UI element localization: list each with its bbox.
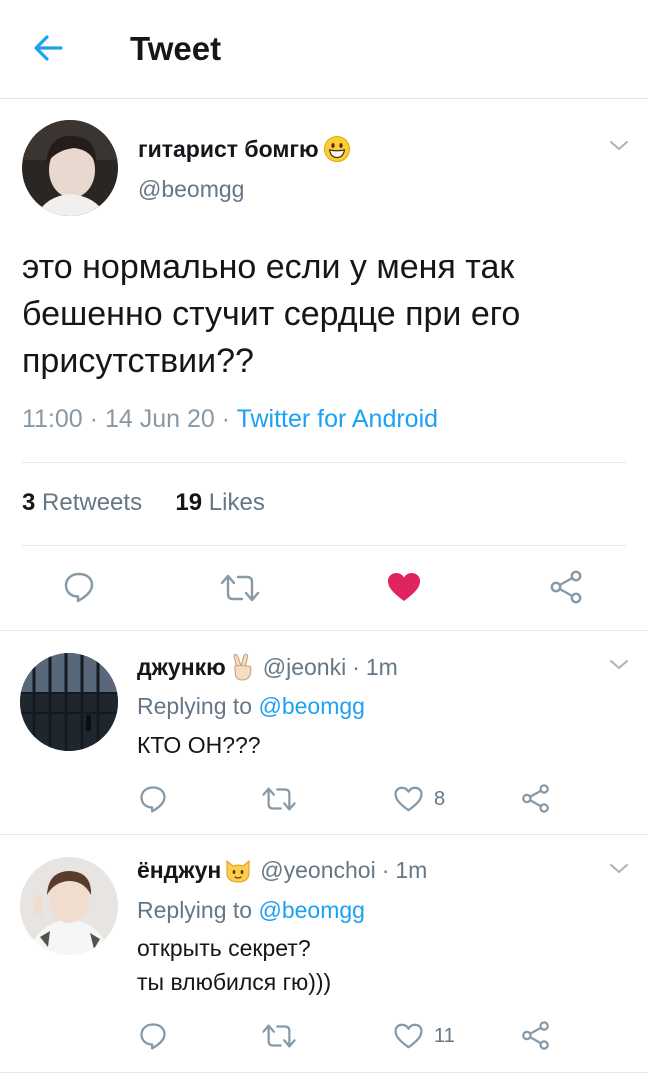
chevron-down-icon[interactable]: [607, 134, 631, 158]
tweet-source-link[interactable]: Twitter for Android: [237, 405, 438, 433]
replying-to: Replying to @beomgg: [137, 693, 365, 720]
chevron-down-icon[interactable]: [607, 857, 631, 881]
share-icon: [522, 1021, 549, 1050]
reply-text-line: КТО ОН???: [137, 732, 261, 758]
retweet-icon: [262, 787, 296, 811]
arrow-left-icon: [34, 35, 63, 61]
share-icon: [522, 784, 549, 813]
reply-time: 1m: [395, 857, 428, 883]
back-button[interactable]: [28, 28, 68, 68]
likes-count: 19: [175, 489, 203, 516]
meta-separator: ·: [89, 405, 105, 433]
retweet-button[interactable]: [218, 572, 262, 604]
reply-author-name: ёнджун: [137, 857, 222, 883]
retweets-label: Retweets: [42, 489, 143, 516]
page-title: Tweet: [130, 30, 222, 67]
heart-icon: [394, 1023, 423, 1049]
likes-stat[interactable]: 19 Likes: [175, 489, 264, 516]
divider: [0, 630, 648, 631]
retweet-button[interactable]: [260, 1022, 298, 1050]
like-button[interactable]: 11: [393, 1022, 455, 1050]
tweet-stats: 3 Retweets 19 Likes: [22, 489, 265, 517]
tweet-text: это нормально если у меня так бешенно ст…: [22, 248, 521, 380]
reply-author[interactable]: ёнджун @yeonchoi · 1m: [137, 857, 427, 884]
reply-time: 1m: [365, 653, 398, 680]
dot-separator: ·: [352, 653, 360, 680]
replying-to-mention[interactable]: @beomgg: [258, 897, 364, 923]
reply-icon: [64, 572, 94, 603]
chevron-down-icon[interactable]: [607, 653, 631, 677]
reply-handle: @jeonki: [262, 653, 347, 680]
reply-text: КТО ОН???: [137, 728, 261, 762]
meta-separator: ·: [221, 405, 237, 433]
likes-label: Likes: [208, 489, 265, 516]
reply-icon: [140, 786, 166, 813]
reply-author[interactable]: джункю @jeonki · 1m: [137, 653, 398, 681]
victory-hand-icon: [233, 653, 252, 681]
reply-text: открыть секрет? ты влюбился гю))): [137, 931, 331, 999]
share-button[interactable]: [548, 569, 584, 605]
replying-to-label: Replying to: [137, 897, 253, 923]
divider: [22, 462, 626, 463]
author-name[interactable]: гитарист бомгю: [138, 135, 351, 163]
heart-filled-icon: [388, 573, 420, 601]
cat-face-icon: [226, 859, 250, 883]
divider: [0, 834, 648, 835]
tweet-time: 11:00: [22, 405, 83, 433]
retweets-stat[interactable]: 3 Retweets: [22, 489, 142, 516]
divider: [0, 1072, 648, 1073]
share-icon: [550, 570, 582, 604]
replying-to: Replying to @beomgg: [137, 897, 365, 924]
replying-to-label: Replying to: [137, 693, 253, 719]
author-avatar[interactable]: [22, 120, 118, 216]
replying-to-mention[interactable]: @beomgg: [258, 693, 364, 719]
reply-avatar[interactable]: [20, 653, 118, 751]
top-bar: Tweet: [0, 0, 648, 99]
reply-handle: @yeonchoi: [260, 857, 376, 883]
reply-author-name: джункю: [137, 653, 226, 680]
retweet-button[interactable]: [260, 785, 298, 813]
reply-icon: [140, 1023, 166, 1050]
tweet-meta: 11:00 · 14 Jun 20 · Twitter for Android: [22, 405, 438, 434]
reply-text-line: открыть секрет?: [137, 935, 311, 961]
like-count: 11: [434, 1024, 455, 1047]
author-handle[interactable]: @beomgg: [138, 176, 244, 203]
like-button[interactable]: [386, 571, 422, 603]
like-count: 8: [434, 787, 446, 810]
author-name-text: гитарист бомгю: [138, 135, 319, 162]
reply-button[interactable]: [138, 1021, 168, 1051]
reply-button[interactable]: [62, 570, 96, 604]
reply-text-line: ты влюбился гю))): [137, 969, 332, 995]
grinning-emoji-icon: [323, 136, 350, 162]
dot-separator: ·: [381, 857, 390, 883]
like-button[interactable]: 8: [393, 785, 445, 813]
retweets-count: 3: [22, 489, 36, 516]
heart-icon: [394, 786, 423, 812]
divider: [22, 545, 626, 546]
reply-button[interactable]: [138, 784, 168, 814]
retweet-icon: [262, 1024, 296, 1048]
share-button[interactable]: [520, 783, 551, 814]
tweet-date: 14 Jun 20: [104, 405, 215, 433]
retweet-icon: [220, 574, 260, 602]
reply-avatar[interactable]: [20, 857, 118, 955]
share-button[interactable]: [520, 1020, 551, 1051]
